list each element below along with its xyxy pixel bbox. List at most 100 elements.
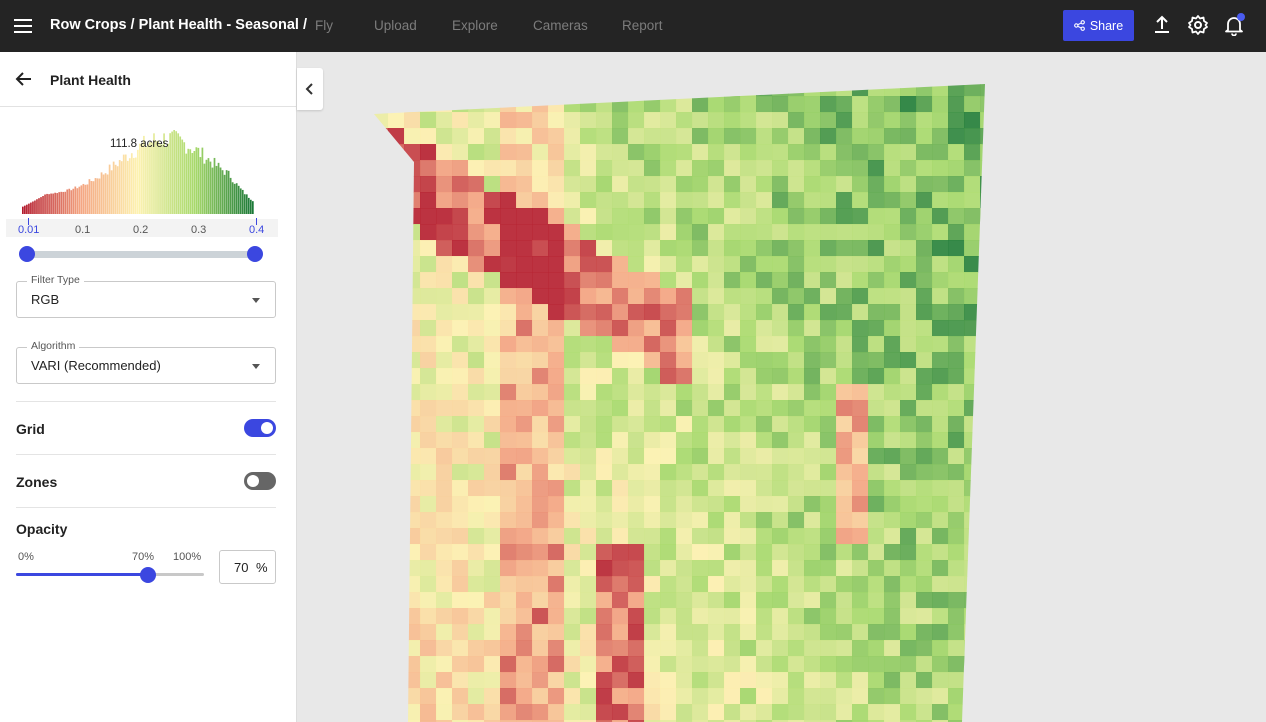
nav-item-report[interactable]: Report xyxy=(622,18,663,33)
histogram-bar xyxy=(80,185,83,214)
histogram-bar xyxy=(92,181,95,214)
histogram-bar xyxy=(102,174,105,214)
histogram-bar xyxy=(199,157,202,214)
histogram-bar xyxy=(96,178,99,214)
grid-toggle[interactable] xyxy=(244,419,276,437)
histogram-bar xyxy=(243,194,246,214)
histogram-bar xyxy=(36,199,38,214)
nav-item-explore[interactable]: Explore xyxy=(452,18,498,33)
histogram-bar xyxy=(159,144,161,214)
caret-down-icon xyxy=(252,364,260,369)
histogram-bar xyxy=(86,184,89,214)
histogram-bar xyxy=(136,149,139,214)
histogram-bar xyxy=(233,183,236,214)
filter-type-value: RGB xyxy=(31,292,60,307)
histogram-bar xyxy=(221,170,224,214)
histogram-bar xyxy=(167,143,169,214)
histogram-bar xyxy=(84,184,87,214)
tick-label: 0.3 xyxy=(191,224,207,236)
histogram-bar xyxy=(177,133,180,214)
chevron-left-icon xyxy=(305,83,313,95)
histogram-bar xyxy=(112,161,115,214)
histogram-bar xyxy=(209,161,212,214)
histogram-bar xyxy=(175,131,178,214)
histogram-bar xyxy=(245,194,248,214)
gear-icon[interactable] xyxy=(1187,14,1209,36)
histogram-bar xyxy=(52,193,54,214)
histogram-bar xyxy=(169,133,171,214)
histogram-bar xyxy=(155,140,157,214)
divider xyxy=(16,401,276,402)
tick-label: 0.01 xyxy=(18,224,40,236)
histogram-bar xyxy=(76,188,79,214)
histogram-bar xyxy=(62,191,65,214)
algorithm-label: Algorithm xyxy=(27,340,80,352)
value-range-slider[interactable] xyxy=(27,251,255,258)
histogram-bar xyxy=(88,179,91,214)
histogram-bar xyxy=(130,153,133,214)
histogram-bar xyxy=(60,191,63,214)
histogram-bar xyxy=(30,202,32,214)
histogram-bar xyxy=(223,174,226,214)
histogram-bar xyxy=(193,150,196,214)
opacity-slider[interactable] xyxy=(16,573,204,576)
histogram-bar xyxy=(239,188,242,214)
histogram-bar xyxy=(249,199,252,214)
plant-health-field-layer[interactable] xyxy=(297,52,1266,722)
histogram-bar xyxy=(207,158,210,214)
histogram-bar xyxy=(38,198,40,214)
histogram-bar xyxy=(181,139,184,214)
histogram-bar xyxy=(215,165,218,214)
histogram-bar xyxy=(120,161,123,214)
histogram-bar xyxy=(40,197,42,214)
zones-toggle[interactable] xyxy=(244,472,276,490)
breadcrumb[interactable]: Row Crops / Plant Health - Seasonal / xyxy=(50,17,307,33)
opacity-input[interactable]: 70 % xyxy=(219,550,276,584)
histogram-bar xyxy=(50,193,52,214)
histogram-bar xyxy=(22,206,24,214)
histogram-bar xyxy=(157,140,159,214)
algorithm-select[interactable]: Algorithm VARI (Recommended) xyxy=(16,340,276,384)
histogram-bar xyxy=(203,163,206,214)
nav-item-cameras[interactable]: Cameras xyxy=(533,18,588,33)
filter-type-select[interactable]: Filter Type RGB xyxy=(16,274,276,318)
opacity-min-label: 0% xyxy=(18,551,34,563)
range-min-handle[interactable] xyxy=(19,246,35,262)
nav-item-fly[interactable]: Fly xyxy=(315,18,333,33)
histogram-bar xyxy=(231,182,234,214)
back-arrow-icon[interactable] xyxy=(13,68,35,90)
upload-icon[interactable] xyxy=(1151,14,1173,36)
histogram-bar xyxy=(187,148,190,214)
range-max-handle[interactable] xyxy=(247,246,263,262)
histogram-bar xyxy=(189,149,192,214)
collapse-panel-button[interactable] xyxy=(297,68,323,110)
grid-label: Grid xyxy=(16,421,45,437)
histogram-bar xyxy=(58,192,61,214)
opacity-slider-handle[interactable] xyxy=(139,567,156,583)
histogram-bar xyxy=(132,157,135,214)
histogram-bar xyxy=(94,178,97,214)
histogram-bar xyxy=(247,197,250,214)
map-view[interactable] xyxy=(297,52,1266,722)
histogram-bar xyxy=(66,189,69,214)
histogram-bar xyxy=(145,147,147,214)
histogram-bar xyxy=(106,174,109,214)
histogram-bar xyxy=(42,196,44,214)
opacity-input-value: 70 xyxy=(234,560,249,575)
histogram-bar xyxy=(227,170,230,214)
nav-item-upload[interactable]: Upload xyxy=(374,18,417,33)
menu-icon[interactable] xyxy=(14,16,32,36)
histogram-bar xyxy=(110,170,113,214)
histogram-bar xyxy=(118,160,121,214)
histogram-bar xyxy=(147,143,149,214)
share-icon xyxy=(1073,20,1085,31)
histogram-bar xyxy=(219,167,222,214)
panel-header: Plant Health xyxy=(0,52,296,107)
share-button[interactable]: Share xyxy=(1063,10,1134,41)
histogram-bar xyxy=(213,157,216,214)
histogram-bar xyxy=(90,181,93,214)
histogram-bar xyxy=(165,146,167,214)
histogram-bar xyxy=(82,183,85,214)
opacity-label: Opacity xyxy=(16,521,68,537)
histogram-bar xyxy=(114,164,117,214)
